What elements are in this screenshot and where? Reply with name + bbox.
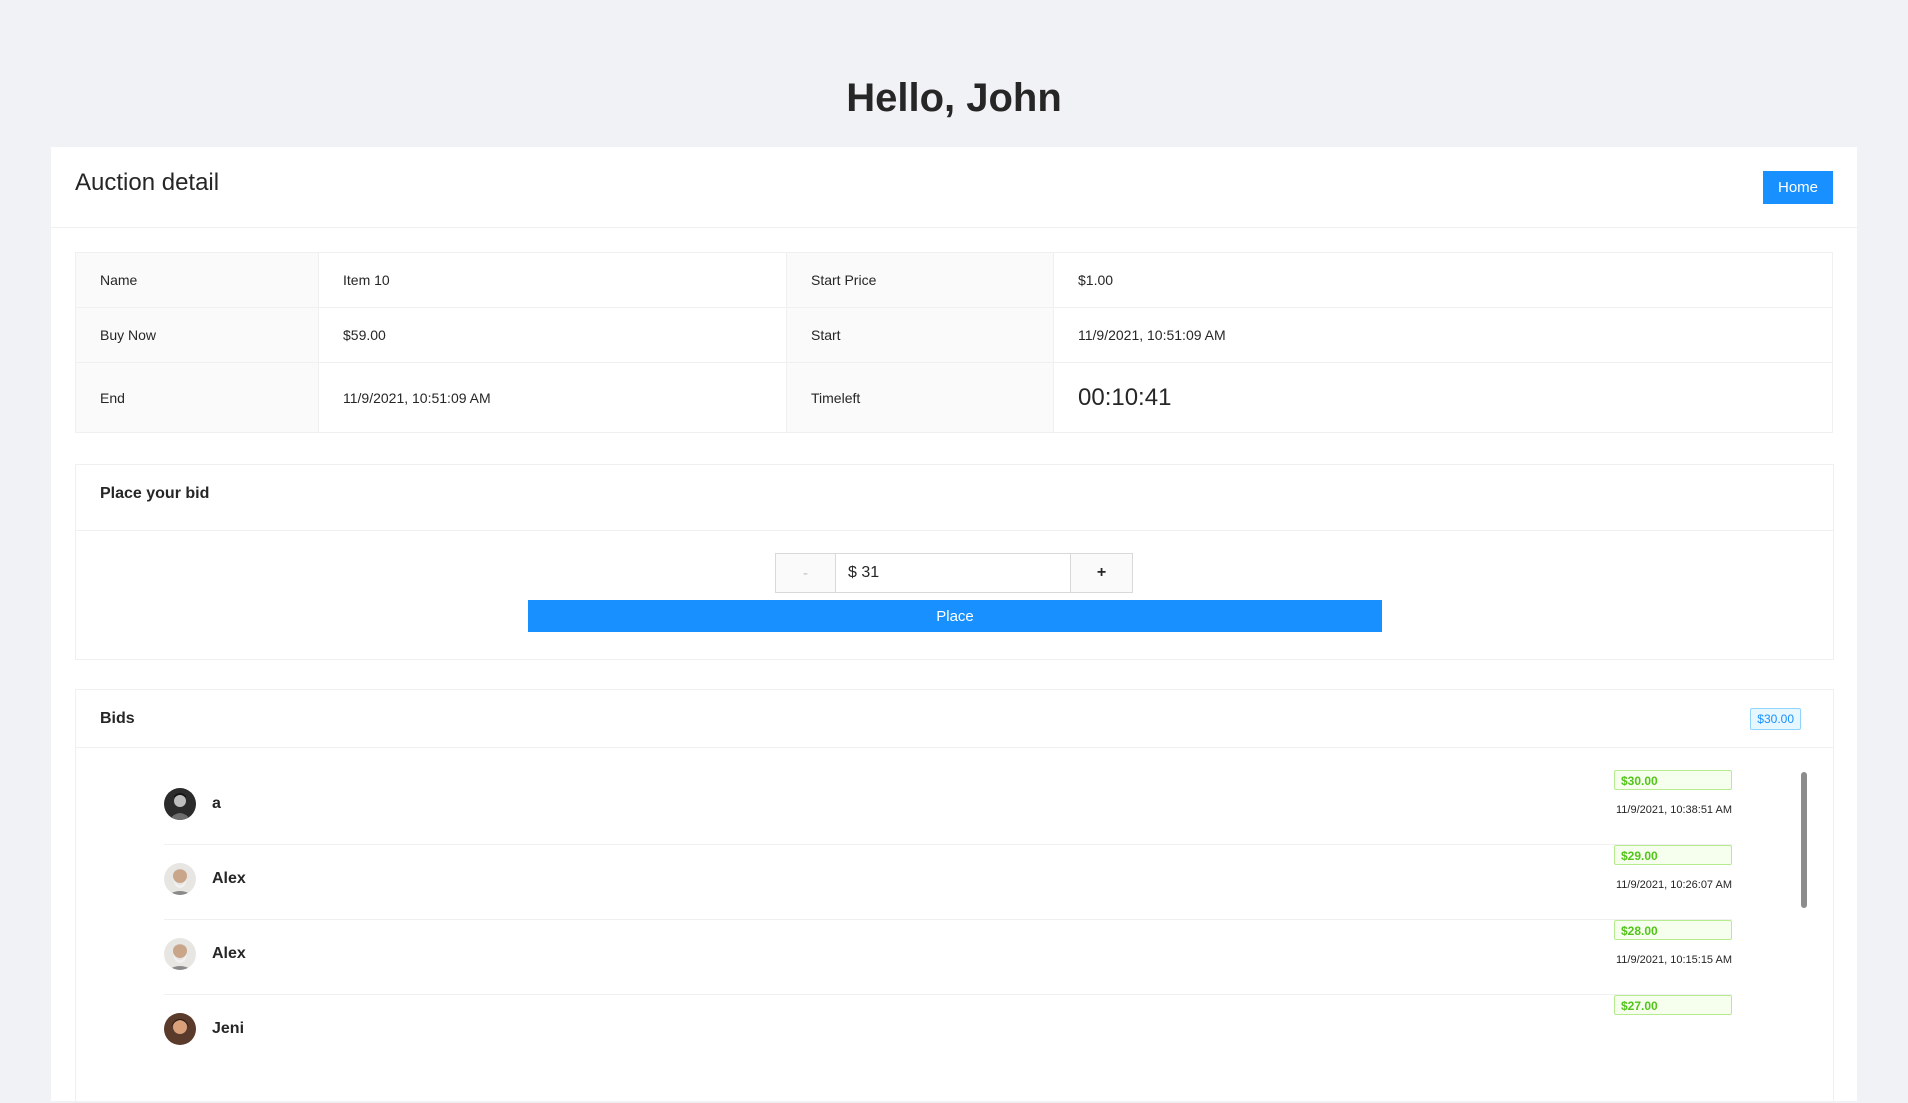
greeting-title: Hello, John (846, 76, 1062, 120)
details-row: Name Item 10 Start Price $1.00 (75, 252, 1833, 308)
buy-now-label: Buy Now (75, 307, 319, 363)
bidder-name: Jeni (212, 1020, 245, 1037)
bids-header: Bids $30.00 (76, 690, 1833, 748)
start-value: 11/9/2021, 10:51:09 AM (1053, 307, 1833, 363)
place-bid-header: Place your bid (76, 465, 1833, 531)
avatar (164, 938, 196, 970)
bid-list-scrollbar[interactable] (1801, 772, 1807, 908)
bid-amount-tag: $30.00 (1614, 770, 1732, 790)
bid-amount-input[interactable] (836, 554, 1070, 592)
name-label: Name (75, 252, 319, 308)
bid-amount-tag: $29.00 (1614, 845, 1732, 865)
bid-amount-tag: $27.00 (1614, 995, 1732, 1015)
end-value: 11/9/2021, 10:51:09 AM (318, 362, 787, 433)
avatar (164, 863, 196, 895)
bids-title: Bids (100, 710, 135, 727)
bid-timestamp: 11/9/2021, 10:26:07 AM (1616, 879, 1732, 891)
bidder-name: Alex (212, 870, 246, 887)
bidder-name: Alex (212, 945, 246, 962)
auction-detail-card: Auction detail Home Name Item 10 Start P… (51, 147, 1857, 1103)
place-bid-button[interactable]: Place (528, 600, 1382, 632)
card-header: Auction detail Home (51, 147, 1857, 228)
end-label: End (75, 362, 319, 433)
home-button[interactable]: Home (1763, 171, 1833, 204)
place-bid-title: Place your bid (100, 485, 210, 502)
bids-section: Bids $30.00 a $30.00 11/9/2021, 10:38:51… (75, 689, 1834, 1103)
bid-timestamp: 11/9/2021, 10:38:51 AM (1616, 804, 1732, 816)
highest-bid-tag: $30.00 (1750, 708, 1801, 730)
start-price-label: Start Price (786, 252, 1054, 308)
list-item: Alex $28.00 11/9/2021, 10:15:15 AM (164, 920, 1732, 995)
increment-button[interactable]: + (1070, 554, 1132, 592)
buy-now-value: $59.00 (318, 307, 787, 363)
bid-amount-stepper: - + (775, 553, 1133, 593)
timeleft-countdown: 00:10:41 (1078, 383, 1172, 411)
bid-list[interactable]: a $30.00 11/9/2021, 10:38:51 AM Alex $29… (164, 770, 1732, 1048)
bidder-name: a (212, 795, 221, 812)
details-row: Buy Now $59.00 Start 11/9/2021, 10:51:09… (75, 307, 1833, 363)
decrement-button[interactable]: - (776, 554, 836, 592)
bid-amount-tag: $28.00 (1614, 920, 1732, 940)
avatar (164, 1013, 196, 1045)
auction-details-table: Name Item 10 Start Price $1.00 Buy Now $… (75, 252, 1833, 433)
bid-timestamp: 11/9/2021, 10:15:15 AM (1616, 954, 1732, 966)
start-label: Start (786, 307, 1054, 363)
page-title: Auction detail (75, 169, 220, 196)
name-value: Item 10 (318, 252, 787, 308)
avatar (164, 788, 196, 820)
timeleft-label: Timeleft (786, 362, 1054, 433)
list-item: a $30.00 11/9/2021, 10:38:51 AM (164, 770, 1732, 845)
details-row: End 11/9/2021, 10:51:09 AM Timeleft 00:1… (75, 362, 1833, 433)
place-bid-section: Place your bid - + Place (75, 464, 1834, 660)
start-price-value: $1.00 (1053, 252, 1833, 308)
list-item: Jeni $27.00 (164, 995, 1732, 1048)
list-item: Alex $29.00 11/9/2021, 10:26:07 AM (164, 845, 1732, 920)
